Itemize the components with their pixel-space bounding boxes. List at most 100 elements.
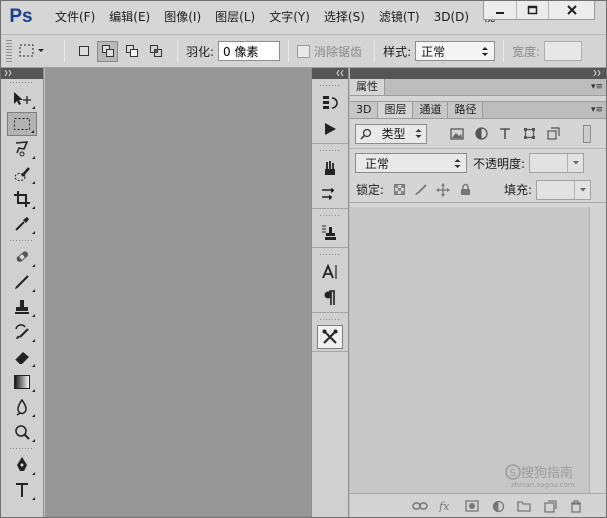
layers-scrollbar[interactable] bbox=[589, 207, 607, 493]
panel-group-header[interactable] bbox=[350, 68, 607, 79]
filter-adjustment-button[interactable] bbox=[469, 124, 493, 144]
brush-panel-button[interactable] bbox=[317, 182, 343, 206]
new-adjustment-button[interactable] bbox=[485, 496, 511, 516]
dock-grip bbox=[320, 250, 340, 258]
opacity-dropdown-arrow[interactable] bbox=[567, 154, 583, 172]
menu-select[interactable]: 选择(S) bbox=[317, 0, 372, 34]
blur-tool[interactable] bbox=[7, 395, 37, 419]
dock-header[interactable] bbox=[312, 68, 348, 79]
pen-tool[interactable] bbox=[7, 453, 37, 477]
history-brush-tool[interactable] bbox=[7, 320, 37, 344]
filter-pixel-button[interactable] bbox=[445, 124, 469, 144]
gradient-tool[interactable] bbox=[7, 370, 37, 394]
fill-dropdown-arrow[interactable] bbox=[574, 180, 590, 199]
tab-channels[interactable]: 通道 bbox=[413, 102, 449, 118]
tab-paths[interactable]: 路径 bbox=[448, 102, 484, 118]
lock-transparency-button[interactable] bbox=[388, 181, 410, 199]
tab-properties[interactable]: 属性 bbox=[350, 79, 385, 95]
tab-3d[interactable]: 3D bbox=[350, 102, 379, 118]
photoshop-logo: Ps bbox=[9, 6, 33, 27]
move-arrows-icon bbox=[436, 182, 451, 197]
paragraph-icon bbox=[324, 290, 335, 305]
menu-image[interactable]: 图像(I) bbox=[157, 0, 208, 34]
menu-layer[interactable]: 图层(L) bbox=[208, 0, 262, 34]
filter-shape-button[interactable] bbox=[517, 124, 541, 144]
move-tool[interactable] bbox=[7, 87, 37, 111]
blend-mode-select[interactable]: 正常 bbox=[355, 153, 467, 173]
type-tool[interactable] bbox=[7, 478, 37, 502]
chevron-down-icon bbox=[572, 161, 579, 165]
layers-list[interactable] bbox=[350, 207, 589, 493]
feather-input[interactable] bbox=[218, 41, 281, 61]
crop-icon bbox=[14, 191, 30, 207]
divider bbox=[503, 40, 505, 62]
intersect-selection-button[interactable] bbox=[145, 41, 166, 62]
minimize-button[interactable] bbox=[484, 0, 516, 19]
add-mask-button[interactable] bbox=[459, 496, 485, 516]
layer-style-button[interactable]: fx bbox=[433, 496, 459, 516]
width-label: 宽度: bbox=[512, 44, 541, 59]
menu-filter[interactable]: 滤镜(T) bbox=[372, 0, 427, 34]
close-button[interactable] bbox=[548, 0, 594, 19]
options-bar-grip[interactable] bbox=[6, 40, 12, 62]
clone-stamp-tool[interactable] bbox=[7, 295, 37, 319]
panel-dock bbox=[311, 68, 349, 518]
menu-edit[interactable]: 编辑(E) bbox=[102, 0, 157, 34]
layers-panel-menu-icon[interactable]: ▾≡ bbox=[591, 105, 603, 115]
rectangular-marquee-tool[interactable] bbox=[7, 112, 37, 136]
updown-arrow-icon bbox=[482, 46, 489, 56]
lock-position-button[interactable] bbox=[432, 181, 454, 199]
divider bbox=[177, 40, 178, 62]
options-bar: 羽化: 消除锯齿 样式: 正常 宽度: bbox=[0, 34, 607, 68]
dodge-tool[interactable] bbox=[7, 420, 37, 444]
new-group-button[interactable] bbox=[511, 496, 537, 516]
style-select[interactable]: 正常 bbox=[415, 41, 496, 61]
stamp-icon bbox=[15, 300, 29, 314]
new-layer-button[interactable] bbox=[537, 496, 563, 516]
subtract-selection-button[interactable] bbox=[121, 41, 142, 62]
move-icon bbox=[14, 92, 31, 105]
add-to-selection-button[interactable] bbox=[97, 40, 118, 62]
fill-input[interactable] bbox=[536, 179, 592, 200]
clone-source-button[interactable] bbox=[317, 221, 343, 245]
maximize-button[interactable] bbox=[516, 0, 548, 19]
width-input[interactable] bbox=[544, 41, 583, 61]
tab-layers[interactable]: 图层 bbox=[378, 102, 414, 118]
menu-file[interactable]: 文件(F) bbox=[48, 0, 102, 34]
quick-selection-tool[interactable] bbox=[7, 162, 37, 186]
tool-presets-button[interactable] bbox=[317, 325, 343, 349]
history-panel-button[interactable] bbox=[317, 91, 343, 115]
paragraph-panel-button[interactable] bbox=[317, 286, 343, 310]
character-panel-button[interactable] bbox=[317, 260, 343, 284]
crop-tool[interactable] bbox=[7, 187, 37, 211]
eyedropper-tool[interactable] bbox=[7, 212, 37, 236]
filter-kind-select[interactable]: 类型 bbox=[355, 123, 427, 144]
lock-all-button[interactable] bbox=[454, 181, 476, 199]
panel-menu-icon[interactable]: ▾≡ bbox=[591, 82, 603, 92]
filter-toggle-switch[interactable] bbox=[583, 124, 591, 143]
canvas-area[interactable] bbox=[45, 68, 311, 518]
eraser-tool[interactable] bbox=[7, 345, 37, 369]
filter-smart-object-button[interactable] bbox=[541, 124, 565, 144]
marquee-icon bbox=[19, 44, 34, 57]
collapse-panels-icon bbox=[593, 69, 601, 77]
fill-label: 填充: bbox=[504, 183, 533, 197]
lock-pixels-button[interactable] bbox=[410, 181, 432, 199]
link-layers-button[interactable] bbox=[407, 496, 433, 516]
new-selection-button[interactable] bbox=[73, 41, 94, 62]
spot-healing-tool[interactable] bbox=[7, 245, 37, 269]
antialias-checkbox[interactable] bbox=[297, 44, 311, 58]
lasso-tool[interactable] bbox=[7, 137, 37, 161]
menu-3d[interactable]: 3D(D) bbox=[427, 0, 476, 34]
tools-panel-header[interactable] bbox=[0, 68, 43, 79]
maximize-icon bbox=[527, 5, 538, 14]
tool-preset-picker[interactable] bbox=[18, 43, 46, 59]
menu-type[interactable]: 文字(Y) bbox=[262, 0, 317, 34]
brush-presets-button[interactable] bbox=[317, 156, 343, 180]
delete-layer-button[interactable] bbox=[563, 496, 589, 516]
opacity-input[interactable] bbox=[529, 153, 585, 173]
brush-tool[interactable] bbox=[7, 270, 37, 294]
actions-panel-button[interactable] bbox=[317, 117, 343, 141]
filter-type-button[interactable] bbox=[493, 124, 517, 144]
sogou-logo-icon: S bbox=[505, 463, 521, 480]
